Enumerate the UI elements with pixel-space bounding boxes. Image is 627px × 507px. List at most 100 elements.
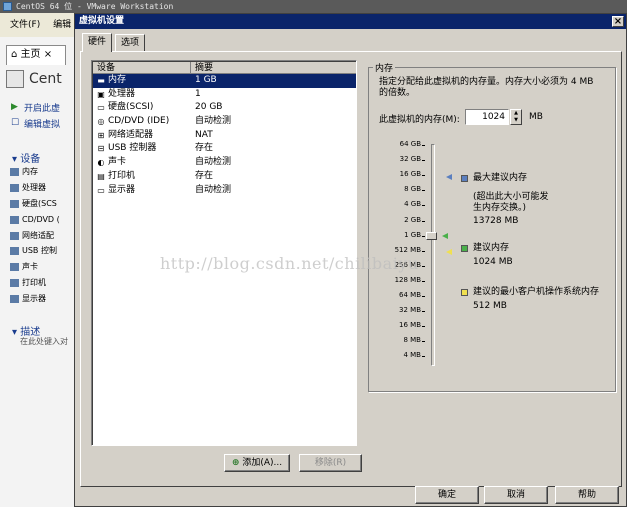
memory-tick-label: 128 MB [394, 275, 421, 284]
device-summary: 自动检测 [195, 116, 232, 127]
menu-edit[interactable]: 编辑 [53, 20, 71, 30]
devices-heading[interactable]: ▾ 设备 [12, 150, 40, 165]
device-row[interactable]: ◐ 声卡 自动检测 [93, 156, 356, 170]
bg-device-printer[interactable]: 打印机 [10, 275, 60, 291]
device-row[interactable]: ▭ 显示器 自动检测 [93, 184, 356, 198]
tab-home[interactable]: ⌂ 主页 × [6, 45, 66, 65]
memory-tick-mark [422, 311, 425, 313]
cd-dvd-icon [10, 215, 19, 224]
close-tab-icon[interactable]: × [44, 49, 52, 60]
bg-device-hdd[interactable]: 硬盘(SCS [10, 196, 60, 212]
bg-device-display[interactable]: 显示器 [10, 291, 60, 307]
max-memory-label: 最大建议内存 [473, 173, 528, 183]
add-device-button[interactable]: ⊕ 添加(A)... [224, 454, 290, 472]
hard-disk-icon: ▭ [97, 103, 105, 113]
usb-controller-icon [10, 247, 19, 256]
vm-title: Cent [6, 70, 62, 88]
dialog-titlebar: 虚拟机设置 × [75, 14, 626, 29]
memory-slider[interactable]: 最大建议内存 (超出此大小可能发生内存交换。) 13728 MB 建议内存 10… [369, 140, 617, 379]
power-on-link[interactable]: ▶ 开启此虚 [11, 101, 60, 114]
add-icon: ⊕ [231, 458, 240, 468]
device-row[interactable]: ▣ 处理器 1 [93, 88, 356, 102]
device-row[interactable]: ⊟ USB 控制器 存在 [93, 142, 356, 156]
tab-home-label: 主页 [20, 49, 41, 60]
printer-icon [10, 279, 19, 288]
device-summary: 自动检测 [195, 184, 232, 195]
device-name: 内存 [108, 75, 127, 85]
memory-tick-label: 32 GB [399, 155, 421, 164]
device-row[interactable]: ▬ 内存 1 GB [93, 74, 356, 88]
memory-tick-mark [422, 280, 425, 282]
cancel-button[interactable]: 取消 [484, 486, 548, 504]
memory-slider-track[interactable] [431, 144, 435, 366]
memory-group-title: 内存 [373, 61, 396, 74]
device-row[interactable]: ▭ 硬盘(SCSI) 20 GB [93, 101, 356, 115]
memory-slider-thumb[interactable] [426, 231, 437, 240]
column-header-summary[interactable]: 摘要 [191, 62, 356, 74]
device-name: 打印机 [108, 170, 136, 181]
min-memory-legend-icon [461, 289, 468, 296]
memory-tick-mark [422, 160, 425, 162]
play-icon: ▶ [11, 102, 18, 112]
memory-input[interactable] [465, 109, 509, 125]
bg-device-network[interactable]: 网络适配 [10, 228, 60, 244]
bg-device-sound[interactable]: 声卡 [10, 259, 60, 275]
device-summary: 存在 [195, 143, 214, 154]
column-header-device[interactable]: 设备 [93, 62, 191, 74]
min-memory-label: 建议的最小客户机操作系统内存 [473, 287, 600, 297]
tab-options[interactable]: 选项 [115, 34, 146, 52]
printer-icon: ▤ [97, 171, 105, 181]
network-adapter-icon [10, 231, 19, 240]
memory-description: 指定分配给此虚拟机的内存量。内存大小必须为 4 MB 的倍数。 [379, 77, 594, 98]
help-button[interactable]: 帮助 [555, 486, 619, 504]
memory-tick-label: 2 GB [404, 215, 421, 224]
tab-hardware[interactable]: 硬件 [82, 33, 113, 52]
edit-settings-icon: ☐ [11, 118, 20, 128]
menu-file[interactable]: 文件(F) [10, 20, 40, 30]
device-row[interactable]: ◎ CD/DVD (IDE) 自动检测 [93, 115, 356, 129]
spin-down-icon[interactable]: ▼ [511, 117, 521, 124]
device-name: CD/DVD (IDE) [108, 116, 170, 127]
vm-icon [6, 70, 24, 88]
bg-device-usb[interactable]: USB 控制 [10, 243, 60, 259]
device-name: 声卡 [108, 157, 127, 168]
cpu-icon: ▣ [97, 89, 105, 99]
device-summary: 1 GB [195, 75, 217, 85]
memory-stepper[interactable]: ▲ ▼ [510, 109, 522, 125]
display-icon: ▭ [97, 185, 105, 195]
memory-tick-label: 8 MB [403, 336, 421, 345]
bg-device-cd[interactable]: CD/DVD ( [10, 212, 60, 228]
recommended-memory-label: 建议内存 [473, 243, 510, 253]
memory-tick-label: 16 GB [399, 170, 421, 179]
app-titlebar: CentOS 64 位 - VMware Workstation [0, 0, 627, 13]
description-placeholder[interactable]: 在此处键入对 [20, 336, 68, 347]
memory-tick-mark [422, 220, 425, 222]
menu-bar: 文件(F) 编辑 [0, 13, 80, 37]
memory-group: 内存 指定分配给此虚拟机的内存量。内存大小必须为 4 MB 的倍数。 此虚拟机的… [368, 61, 617, 392]
edit-settings-link[interactable]: ☐ 编辑虚拟 [11, 117, 60, 130]
max-memory-legend-icon [461, 175, 468, 182]
device-row[interactable]: ⊞ 网络适配器 NAT [93, 129, 356, 143]
memory-tick-label: 512 MB [394, 245, 421, 254]
bg-device-cpu[interactable]: 处理器 [10, 180, 60, 196]
vm-summary-panel: ⌂ 主页 × Cent ▶ 开启此虚 ☐ 编辑虚拟 ▾ 设备 内存 处理器 硬盘… [0, 37, 80, 507]
spin-up-icon[interactable]: ▲ [511, 110, 521, 117]
usb-controller-icon: ⊟ [97, 144, 105, 154]
memory-tick-mark [422, 326, 425, 328]
bg-device-memory[interactable]: 内存 [10, 164, 60, 180]
vmware-app-icon [3, 2, 12, 11]
ok-button[interactable]: 确定 [415, 486, 479, 504]
device-row[interactable]: ▤ 打印机 存在 [93, 170, 356, 184]
device-summary: 1 [195, 88, 201, 99]
device-summary: 自动检测 [195, 157, 232, 168]
sound-card-icon: ◐ [97, 158, 105, 168]
memory-tick-mark [422, 145, 425, 146]
memory-tick-label: 64 MB [399, 291, 421, 299]
memory-tick-mark [422, 235, 425, 237]
remove-device-button[interactable]: 移除(R) [299, 454, 362, 472]
memory-tick-label: 16 MB [399, 321, 421, 330]
device-list: 设备 摘要 ▬ 内存 1 GB ▣ 处理器 1 ▭ 硬盘(SCSI) 20 GB ◎ CD/DVD … [91, 60, 357, 446]
sound-card-icon [10, 263, 19, 272]
close-icon[interactable]: × [612, 16, 624, 27]
device-summary: NAT [195, 129, 213, 140]
